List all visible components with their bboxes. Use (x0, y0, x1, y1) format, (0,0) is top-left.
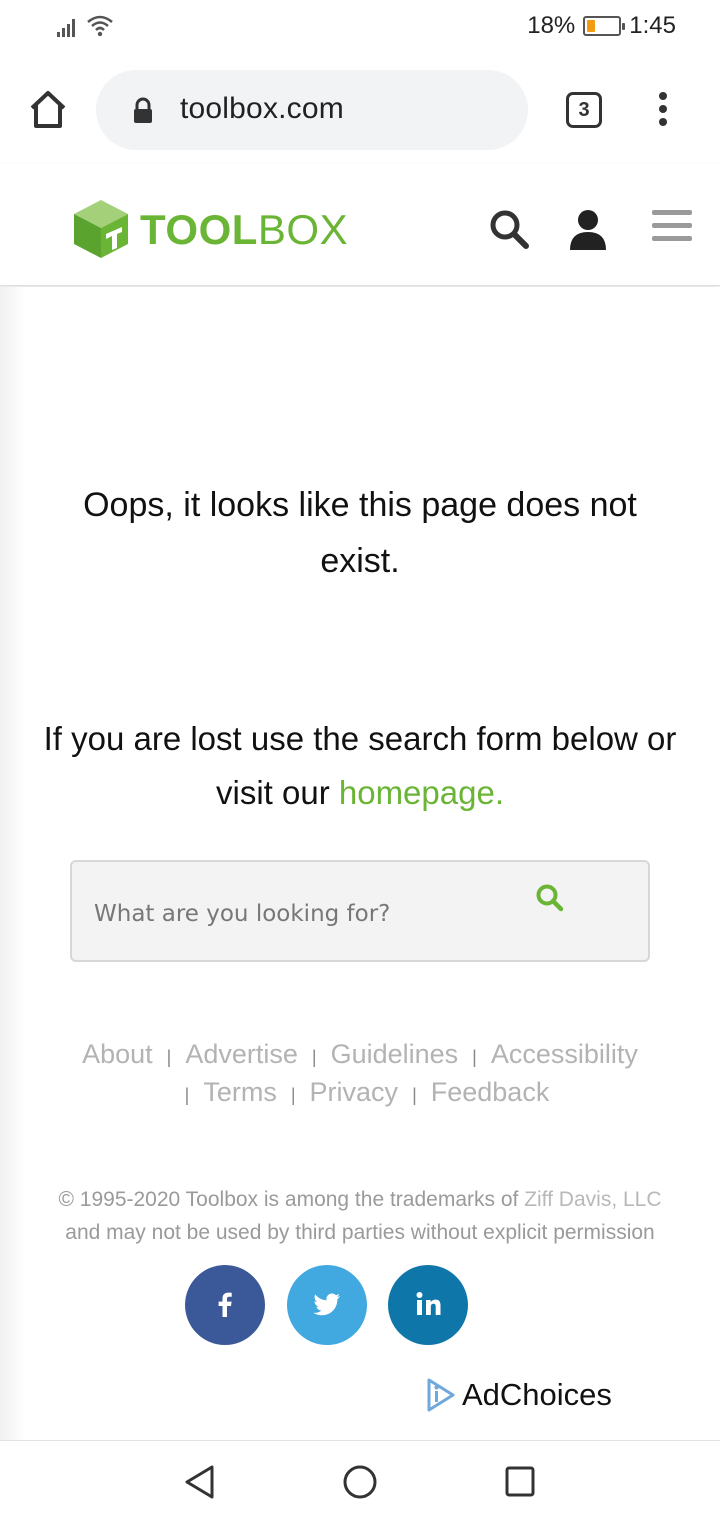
footer-separator: | (290, 1085, 296, 1105)
battery-icon (583, 16, 626, 36)
main-content: Oops, it looks like this page does not e… (0, 287, 720, 1440)
tab-switcher-button[interactable]: 3 (566, 92, 602, 128)
status-bar: 18% 1:45 (0, 0, 720, 56)
url-text: toolbox.com (180, 92, 344, 125)
footer-separator: | (184, 1085, 190, 1105)
facebook-button[interactable] (185, 1265, 265, 1345)
overflow-menu-icon[interactable] (654, 92, 672, 132)
twitter-button[interactable] (287, 1265, 367, 1345)
linkedin-icon (416, 1292, 441, 1315)
recents-icon[interactable] (504, 1465, 536, 1499)
footer-link-terms[interactable]: Terms (203, 1077, 277, 1107)
hamburger-icon[interactable] (652, 210, 692, 249)
user-icon[interactable] (568, 208, 608, 252)
ziff-davis-link[interactable]: Ziff Davis, LLC (524, 1188, 661, 1211)
footer-separator: | (311, 1047, 317, 1067)
site-header: TOOLBOX (0, 164, 720, 286)
copyright-suffix: and may not be used by third parties wit… (65, 1221, 655, 1244)
home-icon[interactable] (24, 86, 72, 134)
twitter-icon (313, 1293, 340, 1316)
footer-link-feedback[interactable]: Feedback (431, 1077, 550, 1107)
clock: 1:45 (629, 12, 676, 39)
footer-separator: | (412, 1085, 417, 1105)
back-icon[interactable] (182, 1463, 218, 1501)
linkedin-button[interactable] (388, 1265, 468, 1345)
search-submit-icon[interactable] (534, 882, 568, 916)
footer-link-privacy[interactable]: Privacy (310, 1077, 399, 1107)
status-right: 18% 1:45 (527, 12, 676, 40)
wifi-icon (87, 15, 113, 37)
toolbox-logo-icon[interactable] (72, 198, 130, 260)
footer-links: About | Advertise | Guidelines | Accessibility… (20, 1037, 700, 1113)
copyright-prefix: © 1995-2020 Toolbox is among the tradema… (58, 1188, 519, 1211)
logo-light: BOX (257, 206, 349, 253)
status-left (56, 14, 114, 38)
home-icon[interactable] (342, 1463, 378, 1501)
battery-percent: 18% (527, 12, 576, 39)
footer-link-accessibility[interactable]: Accessibility (491, 1039, 638, 1069)
adchoices-label[interactable]: AdChoices (462, 1377, 612, 1413)
footer-link-guidelines[interactable]: Guidelines (331, 1039, 459, 1069)
facebook-icon (218, 1292, 232, 1317)
adchoices-icon[interactable] (426, 1377, 456, 1413)
footer-separator: | (472, 1047, 477, 1067)
footer-separator: | (166, 1047, 172, 1067)
system-nav-bar (0, 1440, 720, 1520)
address-bar[interactable]: toolbox.com (96, 70, 528, 150)
help-text: If you are lost use the search form belo… (40, 712, 680, 820)
copyright-notice: © 1995-2020 Toolbox is among the tradema… (20, 1183, 700, 1249)
logo-bold: TOOL (140, 206, 258, 253)
signal-icon (57, 19, 75, 37)
search-input[interactable] (94, 892, 514, 936)
search-form (70, 860, 650, 962)
toolbox-logo-text[interactable]: TOOLBOX (140, 206, 348, 254)
homepage-link[interactable]: homepage. (339, 774, 504, 811)
search-icon[interactable] (488, 208, 532, 252)
error-message: Oops, it looks like this page does not e… (83, 486, 637, 580)
footer-link-advertise[interactable]: Advertise (185, 1039, 298, 1069)
browser-toolbar: toolbox.com 3 (0, 56, 720, 220)
lock-icon (134, 97, 152, 123)
footer-link-about[interactable]: About (82, 1039, 153, 1069)
